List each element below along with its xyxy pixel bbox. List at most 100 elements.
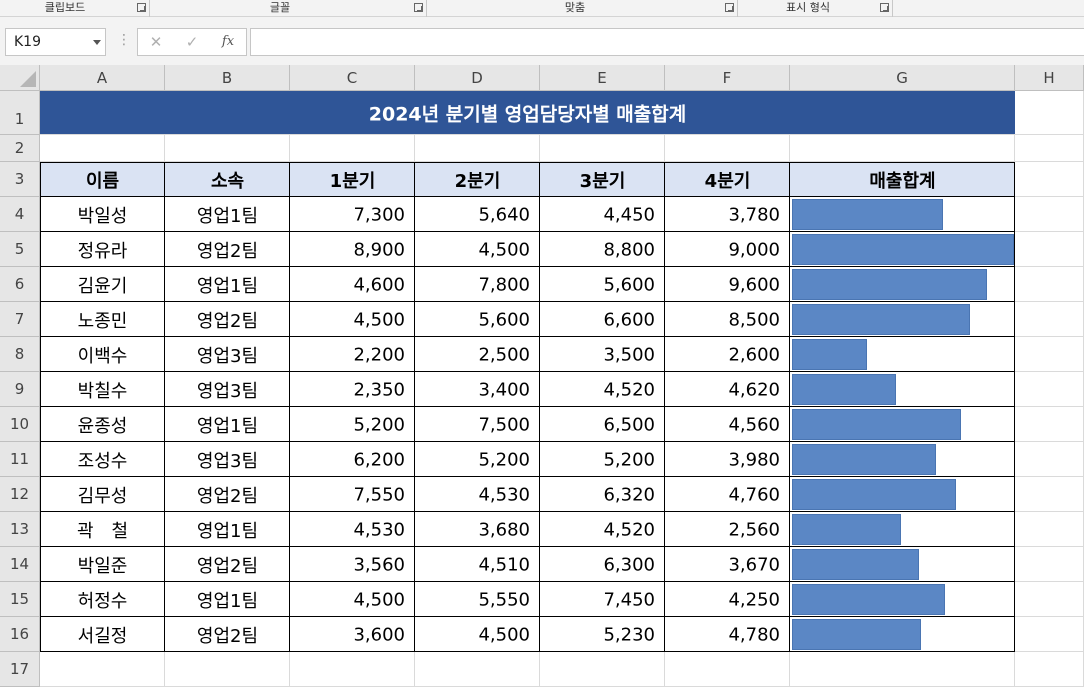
cell-h4[interactable] bbox=[1015, 197, 1084, 232]
table-cell-q3[interactable]: 4,450 bbox=[540, 197, 665, 232]
table-cell-q1[interactable]: 2,350 bbox=[290, 372, 415, 407]
table-cell-team[interactable]: 영업2팀 bbox=[165, 477, 290, 512]
dialog-launcher-icon[interactable] bbox=[137, 3, 146, 12]
table-cell-name[interactable]: 김윤기 bbox=[40, 267, 165, 302]
table-cell-q3[interactable]: 6,300 bbox=[540, 547, 665, 582]
cell-h14[interactable] bbox=[1015, 547, 1084, 582]
column-header-g[interactable]: G bbox=[790, 65, 1015, 91]
table-cell-q1[interactable]: 7,300 bbox=[290, 197, 415, 232]
name-box-dropdown-icon[interactable] bbox=[93, 40, 101, 45]
cell-c17[interactable] bbox=[290, 652, 415, 687]
cell-d17[interactable] bbox=[415, 652, 540, 687]
table-cell-q2[interactable]: 3,680 bbox=[415, 512, 540, 547]
cell-b2[interactable] bbox=[165, 135, 290, 162]
row-header-7[interactable]: 7 bbox=[0, 302, 40, 337]
table-cell-q2[interactable]: 7,500 bbox=[415, 407, 540, 442]
table-cell-name[interactable]: 곽 철 bbox=[40, 512, 165, 547]
cell-h6[interactable] bbox=[1015, 267, 1084, 302]
table-cell-team[interactable]: 영업1팀 bbox=[165, 582, 290, 617]
table-cell-q3[interactable]: 6,500 bbox=[540, 407, 665, 442]
table-cell-team[interactable]: 영업1팀 bbox=[165, 407, 290, 442]
table-cell-q3[interactable]: 7,450 bbox=[540, 582, 665, 617]
row-header-4[interactable]: 4 bbox=[0, 197, 40, 232]
cell-h15[interactable] bbox=[1015, 582, 1084, 617]
table-cell-q3[interactable]: 5,230 bbox=[540, 617, 665, 652]
table-cell-q4[interactable]: 4,560 bbox=[665, 407, 790, 442]
row-header-16[interactable]: 16 bbox=[0, 617, 40, 652]
table-cell-name[interactable]: 박칠수 bbox=[40, 372, 165, 407]
table-cell-name[interactable]: 조성수 bbox=[40, 442, 165, 477]
column-header-b[interactable]: B bbox=[165, 65, 290, 91]
column-header-c[interactable]: C bbox=[290, 65, 415, 91]
table-header-7[interactable]: 매출합계 bbox=[790, 162, 1015, 197]
table-cell-q4[interactable]: 2,600 bbox=[665, 337, 790, 372]
cell-a2[interactable] bbox=[40, 135, 165, 162]
table-cell-name[interactable]: 김무성 bbox=[40, 477, 165, 512]
table-cell-q4[interactable]: 9,000 bbox=[665, 232, 790, 267]
column-header-d[interactable]: D bbox=[415, 65, 540, 91]
cell-h3[interactable] bbox=[1015, 162, 1084, 197]
cell-e2[interactable] bbox=[540, 135, 665, 162]
table-cell-q3[interactable]: 6,320 bbox=[540, 477, 665, 512]
dialog-launcher-icon[interactable] bbox=[414, 3, 423, 12]
table-header-3[interactable]: 1분기 bbox=[290, 162, 415, 197]
row-header-13[interactable]: 13 bbox=[0, 512, 40, 547]
cell-h10[interactable] bbox=[1015, 407, 1084, 442]
cell-h7[interactable] bbox=[1015, 302, 1084, 337]
cell-a17[interactable] bbox=[40, 652, 165, 687]
formula-input[interactable] bbox=[250, 28, 1084, 56]
table-cell-name[interactable]: 노종민 bbox=[40, 302, 165, 337]
table-cell-q3[interactable]: 3,500 bbox=[540, 337, 665, 372]
table-cell-name[interactable]: 서길정 bbox=[40, 617, 165, 652]
table-header-5[interactable]: 3분기 bbox=[540, 162, 665, 197]
table-cell-q4[interactable]: 4,250 bbox=[665, 582, 790, 617]
table-cell-team[interactable]: 영업2팀 bbox=[165, 232, 290, 267]
cell-h11[interactable] bbox=[1015, 442, 1084, 477]
table-cell-q1[interactable]: 4,500 bbox=[290, 302, 415, 337]
name-box[interactable]: K19 bbox=[5, 28, 106, 56]
cell-e17[interactable] bbox=[540, 652, 665, 687]
column-header-h[interactable]: H bbox=[1015, 65, 1084, 91]
dialog-launcher-icon[interactable] bbox=[880, 3, 889, 12]
cell-d2[interactable] bbox=[415, 135, 540, 162]
select-all-button[interactable] bbox=[0, 65, 40, 91]
table-cell-q4[interactable]: 2,560 bbox=[665, 512, 790, 547]
table-cell-q4[interactable]: 9,600 bbox=[665, 267, 790, 302]
table-cell-q1[interactable]: 5,200 bbox=[290, 407, 415, 442]
table-cell-name[interactable]: 허정수 bbox=[40, 582, 165, 617]
table-cell-q4[interactable]: 3,670 bbox=[665, 547, 790, 582]
row-header-10[interactable]: 10 bbox=[0, 407, 40, 442]
table-cell-name[interactable]: 윤종성 bbox=[40, 407, 165, 442]
table-cell-team[interactable]: 영업2팀 bbox=[165, 302, 290, 337]
table-header-2[interactable]: 소속 bbox=[165, 162, 290, 197]
table-cell-q1[interactable]: 4,530 bbox=[290, 512, 415, 547]
table-cell-team[interactable]: 영업2팀 bbox=[165, 617, 290, 652]
table-cell-q4[interactable]: 4,780 bbox=[665, 617, 790, 652]
table-cell-q2[interactable]: 2,500 bbox=[415, 337, 540, 372]
row-header-12[interactable]: 12 bbox=[0, 477, 40, 512]
table-cell-team[interactable]: 영업3팀 bbox=[165, 442, 290, 477]
cell-h12[interactable] bbox=[1015, 477, 1084, 512]
row-header-2[interactable]: 2 bbox=[0, 135, 40, 162]
table-cell-team[interactable]: 영업1팀 bbox=[165, 512, 290, 547]
row-header-6[interactable]: 6 bbox=[0, 267, 40, 302]
cancel-icon[interactable]: ✕ bbox=[143, 32, 169, 52]
table-cell-q1[interactable]: 4,500 bbox=[290, 582, 415, 617]
table-cell-name[interactable]: 박일성 bbox=[40, 197, 165, 232]
table-cell-name[interactable]: 박일준 bbox=[40, 547, 165, 582]
cell-h1[interactable] bbox=[1015, 91, 1084, 135]
cell-h8[interactable] bbox=[1015, 337, 1084, 372]
cell-c2[interactable] bbox=[290, 135, 415, 162]
row-header-1[interactable]: 1 bbox=[0, 91, 40, 135]
dialog-launcher-icon[interactable] bbox=[725, 3, 734, 12]
table-cell-q3[interactable]: 4,520 bbox=[540, 372, 665, 407]
table-cell-q2[interactable]: 3,400 bbox=[415, 372, 540, 407]
formula-bar-grip-icon[interactable]: ⋮ bbox=[117, 31, 131, 49]
table-cell-q3[interactable]: 4,520 bbox=[540, 512, 665, 547]
table-cell-q2[interactable]: 7,800 bbox=[415, 267, 540, 302]
column-header-e[interactable]: E bbox=[540, 65, 665, 91]
table-cell-q2[interactable]: 4,530 bbox=[415, 477, 540, 512]
cell-b17[interactable] bbox=[165, 652, 290, 687]
table-cell-q1[interactable]: 4,600 bbox=[290, 267, 415, 302]
table-cell-q4[interactable]: 4,760 bbox=[665, 477, 790, 512]
